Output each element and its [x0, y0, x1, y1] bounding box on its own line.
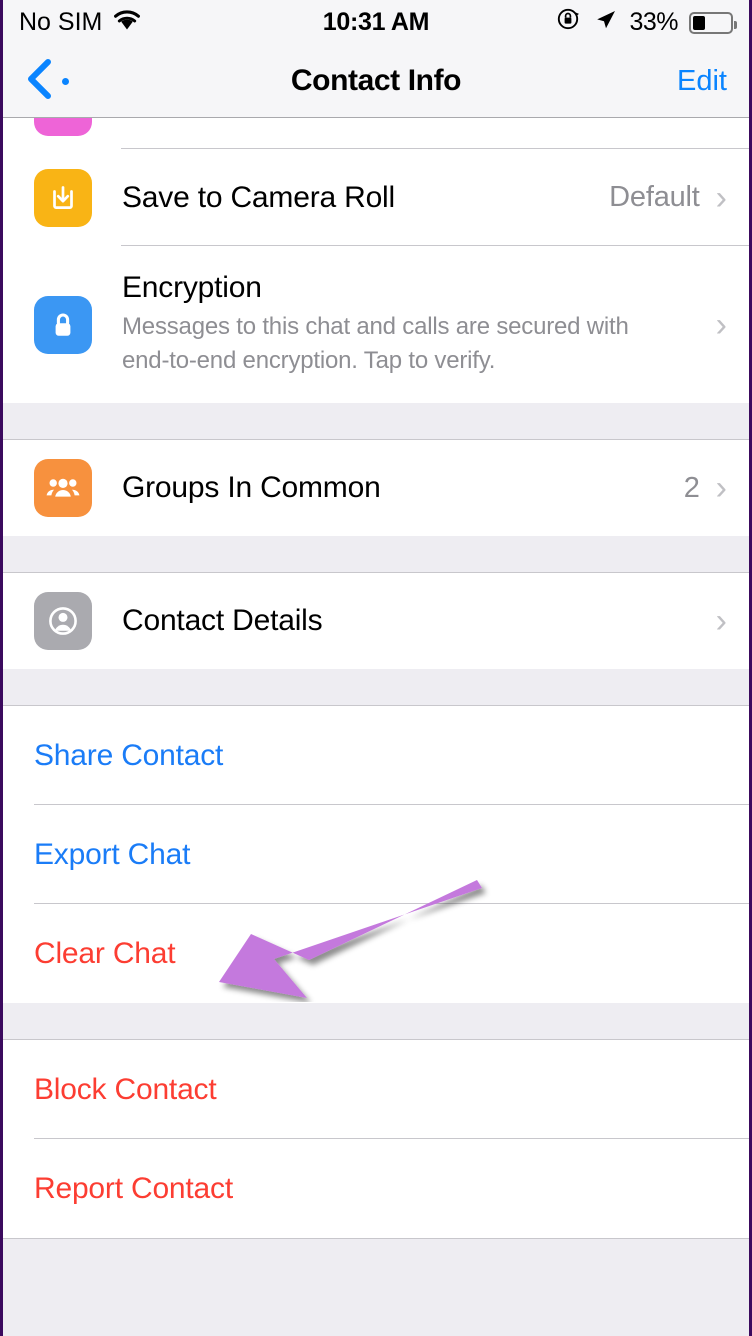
navigation-bar: Contact Info Edit — [3, 45, 749, 118]
action-label: Share Contact — [34, 738, 224, 772]
row-subtitle: Messages to this chat and calls are secu… — [122, 312, 629, 374]
row-title: Groups In Common — [122, 471, 381, 504]
row-encryption[interactable]: Encryption Messages to this chat and cal… — [3, 246, 749, 403]
chevron-right-icon: › — [715, 602, 727, 640]
report-contact-button[interactable]: Report Contact — [3, 1139, 749, 1238]
bottom-gap — [3, 1238, 749, 1324]
phone-screenshot-frame: No SIM 10:31 AM 33% Contact Info Edit Sa… — [0, 0, 752, 1336]
battery-percent-label: 33% — [629, 8, 678, 36]
row-value: 2 — [683, 471, 700, 504]
section-gap — [3, 669, 749, 705]
location-arrow-icon — [593, 7, 618, 39]
action-label: Export Chat — [34, 837, 191, 871]
row-body: Contact Details — [92, 604, 716, 638]
people-group-icon — [34, 459, 92, 517]
section-groups: Groups In Common 2 › — [3, 439, 749, 536]
partial-row-above[interactable] — [3, 118, 749, 149]
action-label: Report Contact — [34, 1171, 233, 1205]
section-gap — [3, 1003, 749, 1039]
rotation-lock-icon — [556, 6, 582, 39]
status-bar: No SIM 10:31 AM 33% — [3, 0, 749, 45]
row-contact-details[interactable]: Contact Details › — [3, 572, 749, 669]
section-actions-secondary: Block Contact Report Contact — [3, 1039, 749, 1238]
row-value: Default — [609, 181, 700, 213]
chevron-right-icon: › — [715, 178, 727, 217]
row-groups-in-common[interactable]: Groups In Common 2 › — [3, 439, 749, 536]
export-chat-button[interactable]: Export Chat — [3, 805, 749, 904]
person-circle-icon — [34, 592, 92, 650]
clear-chat-button[interactable]: Clear Chat — [3, 904, 749, 1003]
chevron-right-icon: › — [715, 469, 727, 507]
section-gap — [3, 536, 749, 572]
battery-icon — [689, 11, 737, 34]
partial-pink-icon — [34, 118, 92, 136]
download-to-tray-icon — [34, 168, 92, 227]
row-title: Contact Details — [122, 604, 323, 637]
row-body: Save to Camera Roll — [92, 181, 609, 215]
row-save-to-camera-roll[interactable]: Save to Camera Roll Default › — [3, 149, 749, 246]
share-contact-button[interactable]: Share Contact — [3, 706, 749, 805]
row-body: Groups In Common — [92, 471, 684, 505]
page-title: Contact Info — [290, 64, 462, 97]
row-title: Save to Camera Roll — [122, 180, 395, 214]
section-chat-settings: Save to Camera Roll Default › Encryption… — [3, 149, 749, 403]
row-title: Encryption — [122, 270, 262, 304]
row-body: Encryption Messages to this chat and cal… — [92, 271, 716, 378]
section-gap — [3, 403, 749, 439]
action-label: Block Contact — [34, 1072, 217, 1106]
action-label: Clear Chat — [34, 936, 176, 970]
chevron-right-icon: › — [715, 305, 727, 344]
lock-icon — [34, 295, 92, 354]
edit-button[interactable]: Edit — [677, 65, 727, 98]
status-bar-right: 33% — [556, 6, 737, 39]
block-contact-button[interactable]: Block Contact — [3, 1040, 749, 1139]
section-actions-primary: Share Contact Export Chat Clear Chat — [3, 705, 749, 1003]
section-contact-details: Contact Details › — [3, 572, 749, 669]
settings-list[interactable]: Save to Camera Roll Default › Encryption… — [3, 118, 749, 1336]
